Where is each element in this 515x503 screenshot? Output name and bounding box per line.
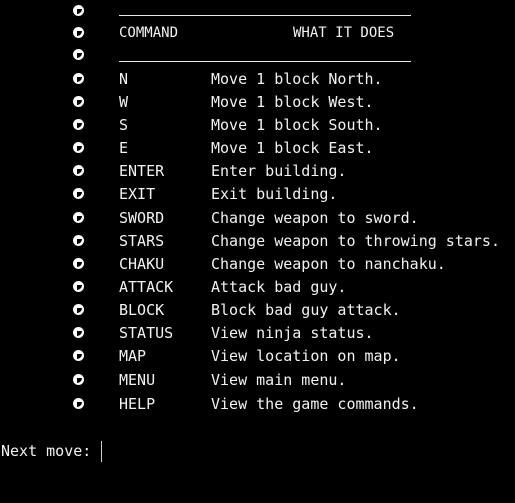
command-row: MENU View main menu. (0, 369, 346, 391)
command-name: CHAKU (119, 255, 165, 273)
header-description: WHAT IT DOES (293, 25, 395, 41)
command-description: View ninja status. (211, 324, 374, 342)
command-row: STATUS View ninja status. (0, 322, 374, 344)
command-row: CHAKU Change weapon to nanchaku. (0, 253, 446, 275)
bullet-icon (73, 235, 84, 246)
command-description: Block bad guy attack. (211, 301, 401, 319)
command-description: Change weapon to throwing stars. (211, 232, 500, 250)
rule-row (0, 0, 411, 22)
command-name: SWORD (119, 209, 165, 227)
command-description: Move 1 block West. (211, 93, 374, 111)
bullet-icon (73, 73, 84, 84)
rule-row (0, 44, 411, 66)
command-description: Move 1 block South. (211, 116, 383, 134)
bullet-icon (73, 350, 84, 361)
bullet-icon (73, 258, 84, 269)
bullet-icon (73, 188, 84, 199)
bullet-icon (73, 304, 84, 315)
command-row: BLOCK Block bad guy attack. (0, 299, 401, 321)
command-name: STARS (119, 232, 165, 250)
command-row: N Move 1 block North. (0, 68, 383, 90)
command-name: S (119, 116, 129, 134)
header-row: COMMAND WHAT IT DOES (0, 22, 394, 44)
command-row: E Move 1 block East. (0, 137, 374, 159)
terminal-screen: COMMAND WHAT IT DOES N Move 1 block Nort… (0, 0, 515, 480)
command-description: View the game commands. (211, 395, 419, 413)
bullet-icon (73, 119, 84, 130)
input-cursor[interactable] (101, 441, 102, 462)
command-description: View location on map. (211, 347, 401, 365)
command-name: W (119, 93, 129, 111)
bullet-icon (73, 281, 84, 292)
command-description: Move 1 block East. (211, 139, 374, 157)
header-command: COMMAND (119, 25, 179, 41)
command-row: HELP View the game commands. (0, 393, 419, 415)
bullet-icon (73, 327, 84, 338)
command-description: View main menu. (211, 371, 347, 389)
command-row: STARS Change weapon to throwing stars. (0, 230, 500, 252)
command-name: ENTER (119, 162, 165, 180)
command-description: Attack bad guy. (211, 278, 347, 296)
command-name: N (119, 70, 129, 88)
bullet-icon (73, 165, 84, 176)
command-name: MENU (119, 371, 156, 389)
divider-rule (119, 61, 411, 62)
command-name: STATUS (119, 324, 174, 342)
command-row: W Move 1 block West. (0, 91, 374, 113)
bullet-icon (73, 398, 84, 409)
bullet-icon (73, 27, 84, 38)
command-description: Enter building. (211, 162, 347, 180)
bullet-icon (73, 49, 84, 60)
divider-rule (119, 15, 411, 16)
command-row: SWORD Change weapon to sword. (0, 207, 419, 229)
bullet-icon (73, 5, 84, 16)
command-name: EXIT (119, 185, 156, 203)
command-name: E (119, 139, 129, 157)
command-row: EXIT Exit building. (0, 183, 337, 205)
prompt-label: Next move: (1, 442, 92, 460)
command-row: S Move 1 block South. (0, 114, 383, 136)
command-description: Change weapon to sword. (211, 209, 419, 227)
command-name: HELP (119, 395, 156, 413)
command-name: ATTACK (119, 278, 174, 296)
command-row: ENTER Enter building. (0, 160, 346, 182)
command-description: Exit building. (211, 185, 338, 203)
bullet-icon (73, 96, 84, 107)
command-description: Move 1 block North. (211, 70, 383, 88)
command-name: MAP (119, 347, 147, 365)
command-row: MAP View location on map. (0, 345, 401, 367)
bullet-icon (73, 374, 84, 385)
command-row: ATTACK Attack bad guy. (0, 276, 346, 298)
command-name: BLOCK (119, 301, 165, 319)
bullet-icon (73, 142, 84, 153)
bullet-icon (73, 212, 84, 223)
command-description: Change weapon to nanchaku. (211, 255, 446, 273)
